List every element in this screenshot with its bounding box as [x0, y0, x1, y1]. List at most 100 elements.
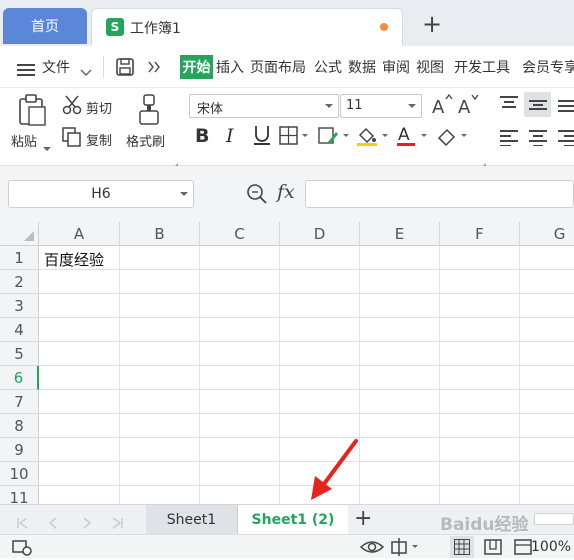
font-color-icon[interactable]: A [396, 124, 430, 151]
last-sheet-icon[interactable] [112, 514, 124, 533]
font-name-select[interactable]: 宋体 [189, 94, 339, 118]
select-all-corner[interactable] [0, 222, 39, 246]
macro-record-icon[interactable] [12, 538, 32, 560]
column-header-g[interactable]: G [520, 222, 574, 246]
red-arrow-annotation [305, 436, 365, 508]
column-header-d[interactable]: D [280, 222, 360, 246]
zoom-lookup-icon[interactable] [246, 183, 268, 209]
sheet-tab-2-label: Sheet1 (2) [251, 512, 335, 528]
format-painter-icon[interactable] [137, 94, 161, 130]
paste-icon[interactable] [17, 94, 47, 130]
chevron-down-icon[interactable] [80, 62, 92, 81]
tab-formulas[interactable]: 公式 [314, 57, 342, 77]
paste-button[interactable]: 粘贴 [11, 131, 37, 150]
paste-dropdown-icon[interactable] [43, 137, 51, 156]
sheet-tab-2[interactable]: Sheet1 (2) [238, 505, 348, 535]
tab-view[interactable]: 视图 [416, 57, 444, 77]
more-chevron-icon[interactable] [147, 59, 161, 78]
row-header-10[interactable]: 10 [0, 462, 39, 486]
align-top-icon[interactable] [500, 96, 518, 116]
format-painter-button[interactable]: 格式刷 [126, 131, 165, 150]
row-header-1[interactable]: 1 [0, 246, 39, 270]
grid-line [439, 246, 440, 504]
chevron-down-icon [408, 104, 416, 108]
name-box[interactable]: H6 [8, 180, 194, 208]
borders-icon[interactable] [279, 126, 309, 150]
row-header-2[interactable]: 2 [0, 270, 39, 294]
sheet-tab-1-label: Sheet1 [166, 512, 217, 528]
new-tab-button[interactable]: + [420, 10, 444, 38]
row-header-9[interactable]: 9 [0, 438, 39, 462]
home-tab-label: 首页 [31, 19, 59, 35]
cell-style-icon[interactable] [318, 126, 350, 150]
svg-text:A: A [398, 125, 410, 145]
page-layout-view-icon[interactable] [484, 539, 502, 559]
next-sheet-icon[interactable] [82, 514, 92, 533]
decrease-font-icon[interactable]: A [457, 94, 479, 120]
tab-start-label: 开始 [182, 60, 211, 76]
zoom-level[interactable]: 100% [531, 539, 571, 555]
row-header-4[interactable]: 4 [0, 318, 39, 342]
column-header-c[interactable]: C [200, 222, 280, 246]
workbook-tab[interactable]: S 工作簿1 [91, 8, 403, 46]
tab-review[interactable]: 审阅 [382, 57, 410, 77]
italic-icon[interactable]: I [226, 125, 234, 147]
horizontal-scrollbar[interactable] [534, 513, 574, 525]
font-size-value: 11 [346, 98, 363, 113]
grid-line [279, 246, 280, 504]
copy-icon[interactable] [62, 127, 82, 151]
align-middle-icon[interactable] [524, 92, 551, 117]
add-sheet-button[interactable]: + [354, 506, 372, 531]
spreadsheet-grid[interactable]: A B C D E F G 1 2 3 4 5 6 7 8 9 10 11 百度… [0, 222, 574, 504]
column-header-f[interactable]: F [440, 222, 520, 246]
page-break-view-icon[interactable] [514, 539, 532, 559]
fill-color-icon[interactable] [355, 125, 391, 151]
bold-icon[interactable]: B [195, 125, 209, 147]
tab-insert[interactable]: 插入 [216, 57, 244, 77]
tab-page-layout[interactable]: 页面布局 [250, 57, 306, 77]
row-header-11[interactable]: 11 [0, 486, 39, 504]
save-icon[interactable] [116, 58, 134, 80]
tab-data[interactable]: 数据 [348, 57, 376, 77]
column-header-b[interactable]: B [120, 222, 200, 246]
hamburger-icon[interactable] [17, 61, 35, 76]
underline-icon[interactable] [252, 124, 272, 150]
cell-a1[interactable]: 百度经验 [44, 249, 104, 270]
file-menu[interactable]: 文件 [42, 57, 70, 77]
workbook-tab-label: 工作簿1 [130, 21, 181, 37]
row-header-3[interactable]: 3 [0, 294, 39, 318]
scissors-icon[interactable] [62, 95, 82, 119]
copy-button[interactable]: 复制 [86, 130, 112, 149]
column-header-a[interactable]: A [39, 222, 120, 246]
font-size-select[interactable]: 11 [340, 94, 422, 118]
row-header-8[interactable]: 8 [0, 414, 39, 438]
row-header-6[interactable]: 6 [0, 366, 39, 390]
sheet-tab-1[interactable]: Sheet1 [146, 505, 238, 535]
clear-format-icon[interactable] [436, 126, 470, 150]
align-bottom-icon[interactable] [558, 96, 574, 116]
normal-view-icon[interactable] [450, 536, 474, 558]
formula-input[interactable] [305, 180, 574, 208]
home-tab[interactable]: 首页 [3, 8, 87, 44]
first-sheet-icon[interactable] [16, 514, 28, 533]
tab-start[interactable]: 开始 [180, 55, 213, 79]
align-center-icon[interactable] [529, 130, 547, 150]
tab-member[interactable]: 会员专享 [522, 57, 574, 77]
increase-font-icon[interactable]: A [431, 93, 453, 120]
chevron-down-icon [180, 192, 188, 196]
column-header-e[interactable]: E [360, 222, 440, 246]
row-header-7[interactable]: 7 [0, 390, 39, 414]
separator [103, 56, 104, 78]
tab-developer[interactable]: 开发工具 [454, 57, 510, 77]
chevron-down-icon [325, 104, 333, 108]
spreadsheet-logo-icon: S [106, 18, 124, 36]
layout-mode-icon[interactable] [390, 538, 422, 560]
align-right-icon[interactable] [558, 130, 574, 150]
cut-button[interactable]: 剪切 [86, 98, 112, 117]
row-header-5[interactable]: 5 [0, 342, 39, 366]
prev-sheet-icon[interactable] [48, 514, 58, 533]
eye-protection-icon[interactable] [359, 539, 385, 559]
ribbon: 粘贴 剪切 复制 格式刷 宋体 11 A A B I A [0, 88, 574, 169]
align-left-icon[interactable] [500, 130, 518, 150]
fx-icon[interactable]: fx [277, 181, 295, 203]
